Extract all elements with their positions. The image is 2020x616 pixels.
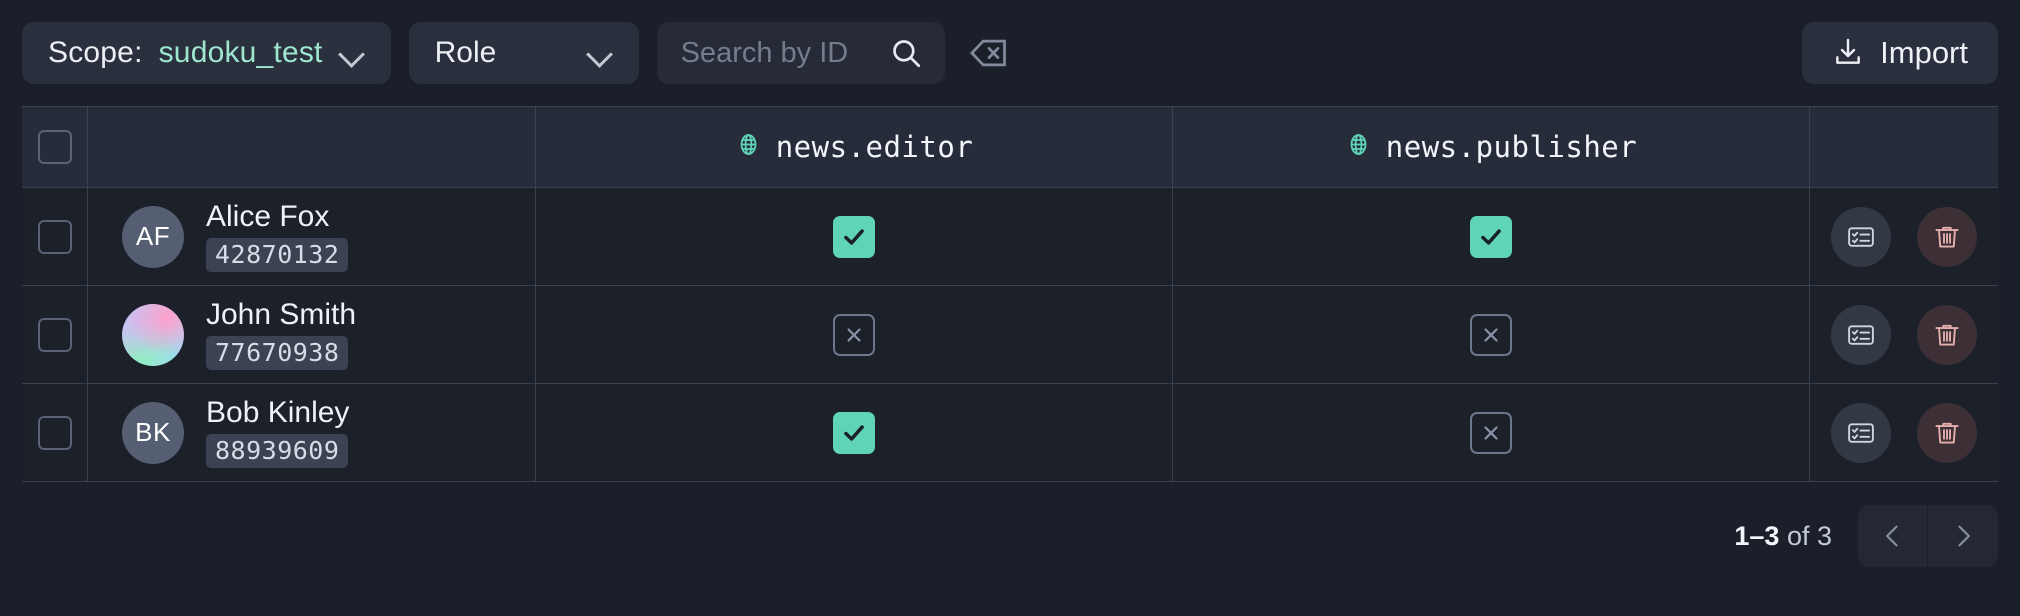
pagination-controls [1858,505,1998,567]
permission-toggle-denied[interactable] [1470,313,1512,356]
import-button[interactable]: Import [1802,22,1998,84]
chevron-right-icon[interactable] [1928,505,1998,567]
pagination-bar: 1–3 of 3 [0,482,2020,590]
permission-cell [536,286,1173,383]
permission-column-label: news.publisher [1385,130,1638,164]
chevron-down-icon [587,40,613,66]
row-select-cell [22,286,88,383]
row-checkbox[interactable] [37,415,72,450]
chevron-down-icon [339,40,365,66]
search-input[interactable] [680,36,871,70]
user-id-badge: 77670938 [206,335,349,370]
user-name: Alice Fox [206,200,330,234]
user-id-badge: 42870132 [206,237,349,272]
search-icon[interactable] [889,36,923,70]
list-card-icon[interactable] [1831,304,1891,365]
user-id-badge: 88939609 [206,433,349,468]
user-name: John Smith [206,298,357,332]
download-icon [1832,36,1864,71]
trash-icon[interactable] [1917,206,1977,267]
trash-icon[interactable] [1917,402,1977,463]
row-select-cell [22,188,88,285]
list-card-icon[interactable] [1831,402,1891,463]
user-cell: BK Bob Kinley 88939609 [88,384,536,481]
permission-cell [536,188,1173,285]
select-all-cell [22,107,88,187]
permission-toggle-granted[interactable] [833,411,875,454]
pagination-range: 1–3 [1734,520,1780,551]
avatar: AF [122,205,184,268]
role-dropdown[interactable]: Role [408,22,639,84]
user-column-header [88,107,536,187]
actions-column-header [1810,107,1998,187]
table-row: BK Bob Kinley 88939609 [22,383,1998,481]
backspace-clear-icon[interactable] [965,30,1011,76]
permissions-table: news.editor news.publisher AF Alice Fox … [22,106,1998,482]
user-cell: John Smith 77670938 [88,286,536,383]
row-select-cell [22,384,88,481]
permission-column-header-0: news.editor [536,107,1173,187]
user-name: Bob Kinley [206,396,350,430]
avatar [122,303,184,366]
table-header-row: news.editor news.publisher [22,107,1998,187]
chevron-left-icon[interactable] [1858,505,1928,567]
permission-toggle-granted[interactable] [833,215,875,258]
search-field-container[interactable] [656,22,945,84]
globe-icon [1345,131,1372,163]
row-checkbox[interactable] [37,317,72,352]
pagination-total: of 3 [1786,520,1832,551]
user-cell: AF Alice Fox 42870132 [88,188,536,285]
scope-label: Scope: [48,36,143,69]
row-actions [1810,286,1998,383]
table-row: AF Alice Fox 42870132 [22,187,1998,285]
permission-cell [1173,384,1810,481]
pagination-summary: 1–3 of 3 [1734,521,1832,552]
avatar: BK [122,401,184,464]
permission-toggle-granted[interactable] [1470,215,1512,258]
row-checkbox[interactable] [37,219,72,254]
scope-dropdown[interactable]: Scope: sudoku_test [22,22,391,84]
permission-toggle-denied[interactable] [1470,411,1512,454]
toolbar: Scope: sudoku_test Role Search by ID Imp… [0,0,2020,106]
import-label: Import [1880,35,1968,70]
permission-cell [536,384,1173,481]
list-card-icon[interactable] [1831,206,1891,267]
globe-icon [735,131,762,163]
permission-cell [1173,188,1810,285]
scope-value: sudoku_test [158,36,323,69]
row-actions [1810,384,1998,481]
permissions-manager-app: Scope: sudoku_test Role Search by ID Imp… [0,0,2020,616]
permission-cell [1173,286,1810,383]
permission-column-header-1: news.publisher [1173,107,1810,187]
table-row: John Smith 77670938 [22,285,1998,383]
select-all-checkbox[interactable] [37,130,72,164]
row-actions [1810,188,1998,285]
role-label: Role [434,36,497,69]
permission-column-label: news.editor [775,130,974,164]
trash-icon[interactable] [1917,304,1977,365]
permission-toggle-denied[interactable] [833,313,875,356]
